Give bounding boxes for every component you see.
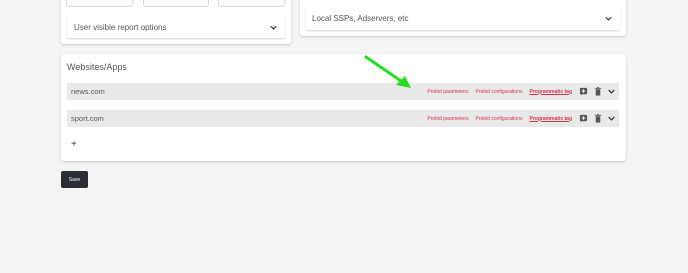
chevron-down-icon[interactable]: [607, 87, 616, 96]
dropdown-label: Local SSPs, Adservers, etc: [312, 13, 409, 23]
text-field-3[interactable]: [218, 0, 285, 7]
trash-icon[interactable]: [593, 87, 602, 96]
chevron-down-icon: [605, 14, 612, 23]
dropdown-label: User visible report options: [74, 22, 167, 32]
ssps-card: Local SSPs, Adservers, etc: [300, 0, 626, 36]
text-field-1[interactable]: [66, 0, 133, 7]
save-button[interactable]: Save: [61, 171, 88, 188]
add-box-icon[interactable]: [579, 87, 588, 96]
website-row[interactable]: sport.com Prebid parameters Prebid confi…: [67, 110, 619, 127]
chevron-down-icon: [270, 23, 277, 32]
programmatic-tag-link[interactable]: Programmatic tag: [529, 116, 572, 122]
row-actions: Prebid parameters Prebid configurations …: [427, 83, 616, 100]
website-name: sport.com: [71, 114, 104, 123]
prebid-parameters-link[interactable]: Prebid parameters: [427, 116, 468, 122]
section-title: Websites/Apps: [67, 62, 127, 72]
add-box-icon[interactable]: [579, 114, 588, 123]
trash-icon[interactable]: [593, 114, 602, 123]
prebid-configurations-link[interactable]: Prebid configurations: [476, 116, 523, 122]
report-options-card: User visible report options: [61, 0, 291, 44]
add-website-button[interactable]: +: [71, 140, 77, 150]
local-ssps-dropdown[interactable]: Local SSPs, Adservers, etc: [306, 6, 620, 30]
website-name: news.com: [71, 87, 105, 96]
prebid-parameters-link[interactable]: Prebid parameters: [427, 89, 468, 95]
website-row[interactable]: news.com Prebid parameters Prebid config…: [67, 83, 619, 100]
websites-apps-card: Websites/Apps news.com Prebid parameters…: [61, 54, 626, 161]
programmatic-tag-link[interactable]: Programmatic tag: [529, 89, 572, 95]
text-field-2[interactable]: [143, 0, 209, 7]
green-arrow-icon: [364, 55, 411, 88]
user-visible-report-options-dropdown[interactable]: User visible report options: [67, 16, 285, 38]
chevron-down-icon[interactable]: [607, 114, 616, 123]
row-actions: Prebid parameters Prebid configurations …: [427, 110, 616, 127]
prebid-configurations-link[interactable]: Prebid configurations: [476, 89, 523, 95]
